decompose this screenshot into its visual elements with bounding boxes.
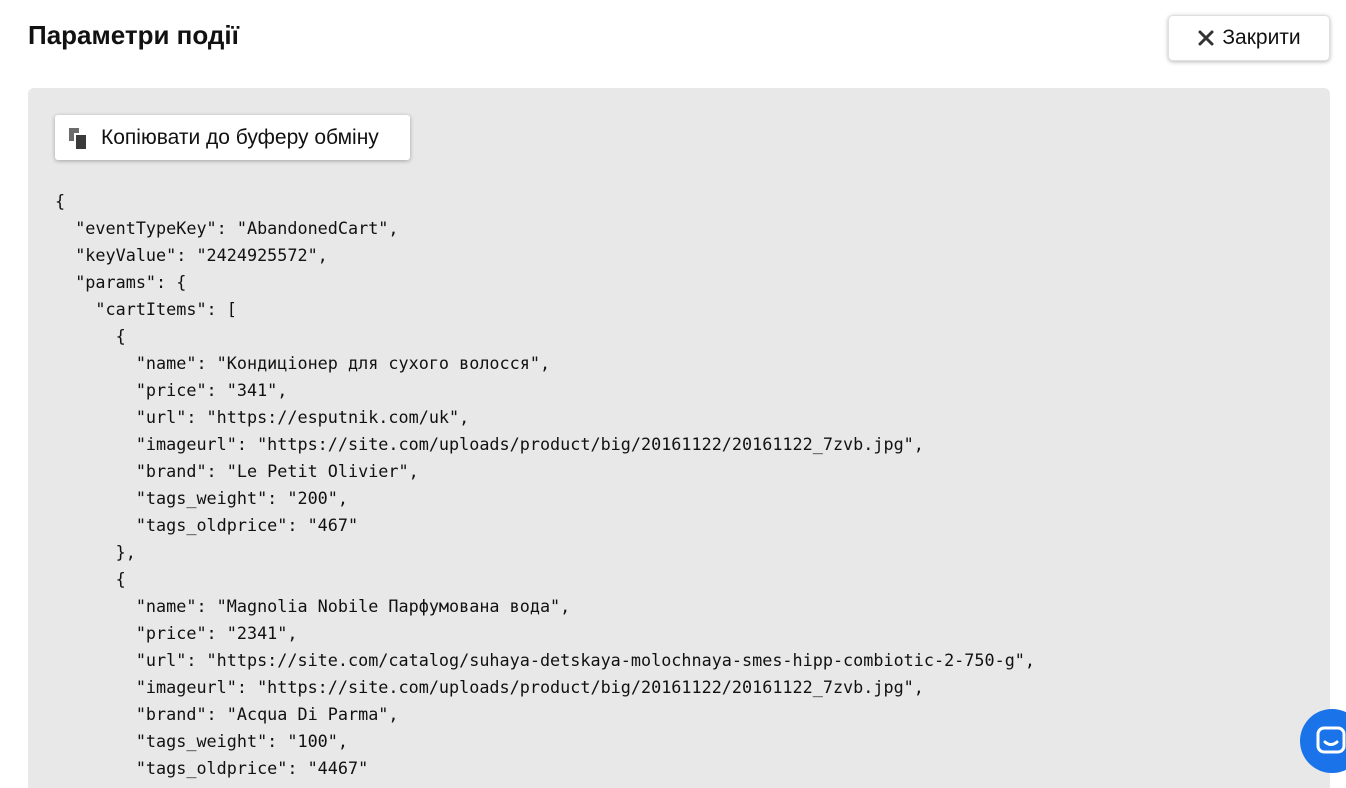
event-params-json: { "eventTypeKey": "AbandonedCart", "keyV… (55, 191, 1036, 778)
copy-button-label: Копіювати до буферу обміну (101, 125, 379, 149)
copy-icon (69, 127, 86, 149)
page-title: Параметри події (28, 20, 239, 50)
close-button-label: Закрити (1222, 26, 1301, 49)
event-params-panel: Копіювати до буферу обміну { "eventTypeK… (28, 88, 1330, 788)
chat-icon (1316, 726, 1346, 754)
copy-to-clipboard-button[interactable]: Копіювати до буферу обміну (55, 115, 410, 160)
close-button[interactable]: Закрити (1168, 15, 1330, 61)
close-icon (1198, 30, 1214, 46)
